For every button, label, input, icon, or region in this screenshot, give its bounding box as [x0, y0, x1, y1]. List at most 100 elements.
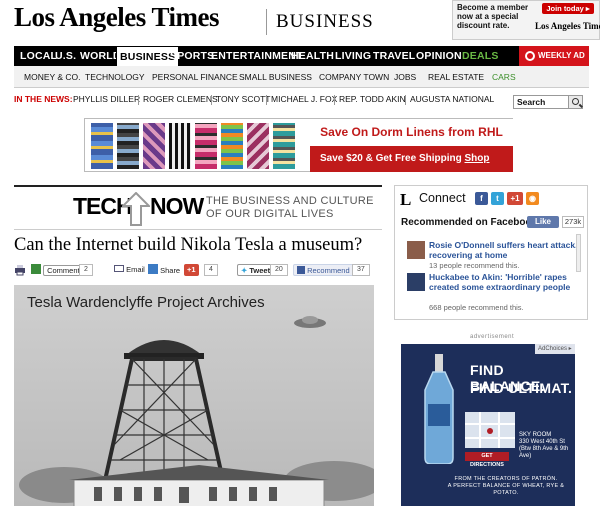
- facebook-like-count: 273k: [562, 216, 584, 228]
- subnav-item-company-town[interactable]: COMPANY TOWN: [319, 66, 389, 88]
- avatar: [407, 241, 425, 259]
- subnav-item-real-estate[interactable]: REAL ESTATE: [428, 66, 484, 88]
- site-logo[interactable]: Los Angeles Times: [14, 2, 220, 33]
- news-divider: [211, 95, 212, 105]
- target-icon: [525, 51, 535, 61]
- subnav-item-personal-finance[interactable]: PERSONAL FINANCE: [152, 66, 238, 88]
- news-link-3[interactable]: TONY SCOTT: [216, 94, 270, 104]
- ad-location-name: SKY ROOM: [519, 432, 552, 438]
- nav-item-entertainment[interactable]: ENTERTAINMENT: [211, 46, 303, 66]
- nav-item-sports[interactable]: SPORTS: [170, 46, 214, 66]
- wardenclyffe-tower-image: [14, 285, 374, 506]
- facebook-like-button[interactable]: Like: [527, 216, 559, 228]
- adchoices-link[interactable]: AdChoices ▸: [535, 344, 575, 354]
- share-button[interactable]: Share: [148, 264, 180, 276]
- vodka-bottle-image: [424, 354, 454, 464]
- banner-ad[interactable]: Save On Dorm Linens from RHL Save $20 & …: [84, 118, 513, 190]
- recommend-label: Recommend: [307, 266, 350, 275]
- ad-location: SKY ROOM 330 West 40th St (Btw 8th Ave &…: [519, 432, 575, 460]
- blog-tagline-line-2: OF OUR DIGITAL LIVES: [206, 208, 334, 220]
- blog-title-now[interactable]: NOW: [150, 193, 204, 220]
- news-link-4[interactable]: MICHAEL J. FOX: [271, 94, 337, 104]
- print-icon[interactable]: [14, 264, 26, 276]
- subnav-item-small-business[interactable]: SMALL BUSINESS: [239, 66, 312, 88]
- advertisement-label: advertisement: [470, 334, 515, 340]
- fb-item-title[interactable]: Rosie O'Donnell suffers heart attack, re…: [429, 240, 579, 260]
- fb-scrollbar[interactable]: [576, 234, 581, 272]
- nav-item-local[interactable]: LOCAL: [20, 46, 57, 66]
- sub-nav: MONEY & CO. TECHNOLOGY PERSONAL FINANCE …: [14, 66, 589, 88]
- article-photo[interactable]: Tesla Wardenclyffe Project Archives: [14, 285, 374, 506]
- join-today-button[interactable]: Join today ▸: [542, 3, 594, 14]
- nav-item-world[interactable]: WORLD: [80, 46, 121, 66]
- blog-tagline: THE BUSINESS AND CULTURE OF OUR DIGITAL …: [206, 195, 374, 221]
- linen-image: [221, 123, 243, 169]
- ad-headline-2: FIND ULTIMAT.: [470, 380, 573, 396]
- nav-item-deals[interactable]: DEALS: [462, 46, 499, 66]
- fb-recommendation-item[interactable]: Rosie O'Donnell suffers heart attack, re…: [407, 240, 577, 276]
- map-image: [465, 412, 515, 448]
- news-divider: [405, 95, 406, 105]
- google-plus-count: 4: [204, 264, 218, 276]
- facebook-recommend-button[interactable]: Recommend: [293, 264, 354, 276]
- nav-item-us[interactable]: U.S.: [55, 46, 76, 66]
- connect-widget: L Connect f t +1 ◉ Recommended on Facebo…: [394, 185, 588, 320]
- nav-item-opinion[interactable]: OPINION: [416, 46, 462, 66]
- email-button[interactable]: Email: [114, 264, 145, 276]
- subnav-item-money[interactable]: MONEY & CO.: [24, 66, 81, 88]
- blog-tagline-line-1: THE BUSINESS AND CULTURE: [206, 195, 374, 207]
- subnav-item-technology[interactable]: TECHNOLOGY: [85, 66, 145, 88]
- ad-footer-line-2: A PERFECT BALANCE OF WHEAT, RYE & POTATO…: [447, 483, 565, 496]
- linen-image: [169, 123, 191, 169]
- nav-item-travel[interactable]: TRAVEL: [373, 46, 415, 66]
- banner-offer-text: Save $20 & Get Free Shipping: [320, 153, 462, 164]
- section-title[interactable]: BUSINESS: [276, 11, 374, 33]
- ad-location-address: 330 West 40th St: [519, 439, 565, 445]
- twitter-icon[interactable]: t: [491, 192, 504, 205]
- nav-item-health[interactable]: HEALTH: [291, 46, 334, 66]
- linen-image: [195, 123, 217, 169]
- banner-ad-headline: Save On Dorm Linens from RHL: [310, 119, 513, 146]
- search-button[interactable]: [568, 95, 583, 109]
- facebook-icon: [297, 266, 305, 274]
- fb-recommendation-item[interactable]: Huckabee to Akin: 'Horrible' rapes creat…: [407, 272, 575, 312]
- get-directions-button[interactable]: GET DIRECTIONS: [465, 452, 509, 468]
- comments-icon: [31, 264, 41, 274]
- tweet-button[interactable]: ✦ Tweet: [237, 264, 275, 276]
- rss-icon[interactable]: ◉: [526, 192, 539, 205]
- promo-logo: Los Angeles Times: [535, 21, 600, 31]
- news-divider: [138, 95, 139, 105]
- avatar: [407, 273, 425, 291]
- share-label: Share: [160, 266, 181, 275]
- facebook-icon[interactable]: f: [475, 192, 488, 205]
- right-rail-ad[interactable]: AdChoices ▸ FIND BALANCE. FIND ULTIMAT. …: [401, 344, 575, 506]
- linen-image: [273, 123, 295, 169]
- lat-logo-icon: L: [400, 190, 412, 209]
- fb-item-count: 13 people recommend this.: [429, 261, 520, 270]
- news-link-2[interactable]: ROGER CLEMENS: [143, 94, 218, 104]
- in-the-news-label: IN THE NEWS:: [14, 94, 73, 104]
- comments-count: 2: [79, 264, 93, 276]
- news-link-5[interactable]: REP. TODD AKIN: [339, 94, 406, 104]
- masthead-divider: [266, 9, 267, 35]
- fb-item-title[interactable]: Huckabee to Akin: 'Horrible' rapes creat…: [429, 272, 579, 292]
- news-divider: [334, 95, 335, 105]
- subnav-item-cars[interactable]: CARS: [492, 66, 516, 88]
- google-plus-icon[interactable]: +1: [507, 192, 523, 205]
- ad-footer-line-1: FROM THE CREATORS OF PATRÓN.: [454, 476, 558, 482]
- ad-footer: FROM THE CREATORS OF PATRÓN. A PERFECT B…: [441, 476, 571, 497]
- nav-item-living[interactable]: LIVING: [335, 46, 371, 66]
- connect-title: Connect: [419, 191, 466, 205]
- photo-caption: Tesla Wardenclyffe Project Archives: [27, 294, 265, 311]
- news-link-1[interactable]: PHYLLIS DILLER: [73, 94, 140, 104]
- share-icon: [148, 264, 158, 274]
- linen-image: [143, 123, 165, 169]
- promo-text: Become a member now at a special discoun…: [457, 3, 529, 30]
- membership-promo[interactable]: Become a member now at a special discoun…: [452, 0, 600, 40]
- email-icon: [114, 265, 124, 272]
- linen-image: [247, 123, 269, 169]
- subnav-item-jobs[interactable]: JOBS: [394, 66, 416, 88]
- news-link-6[interactable]: AUGUSTA NATIONAL: [410, 94, 494, 104]
- weekly-ad-button[interactable]: WEEKLY AD: [519, 46, 589, 66]
- google-plus-button[interactable]: +1: [184, 264, 199, 276]
